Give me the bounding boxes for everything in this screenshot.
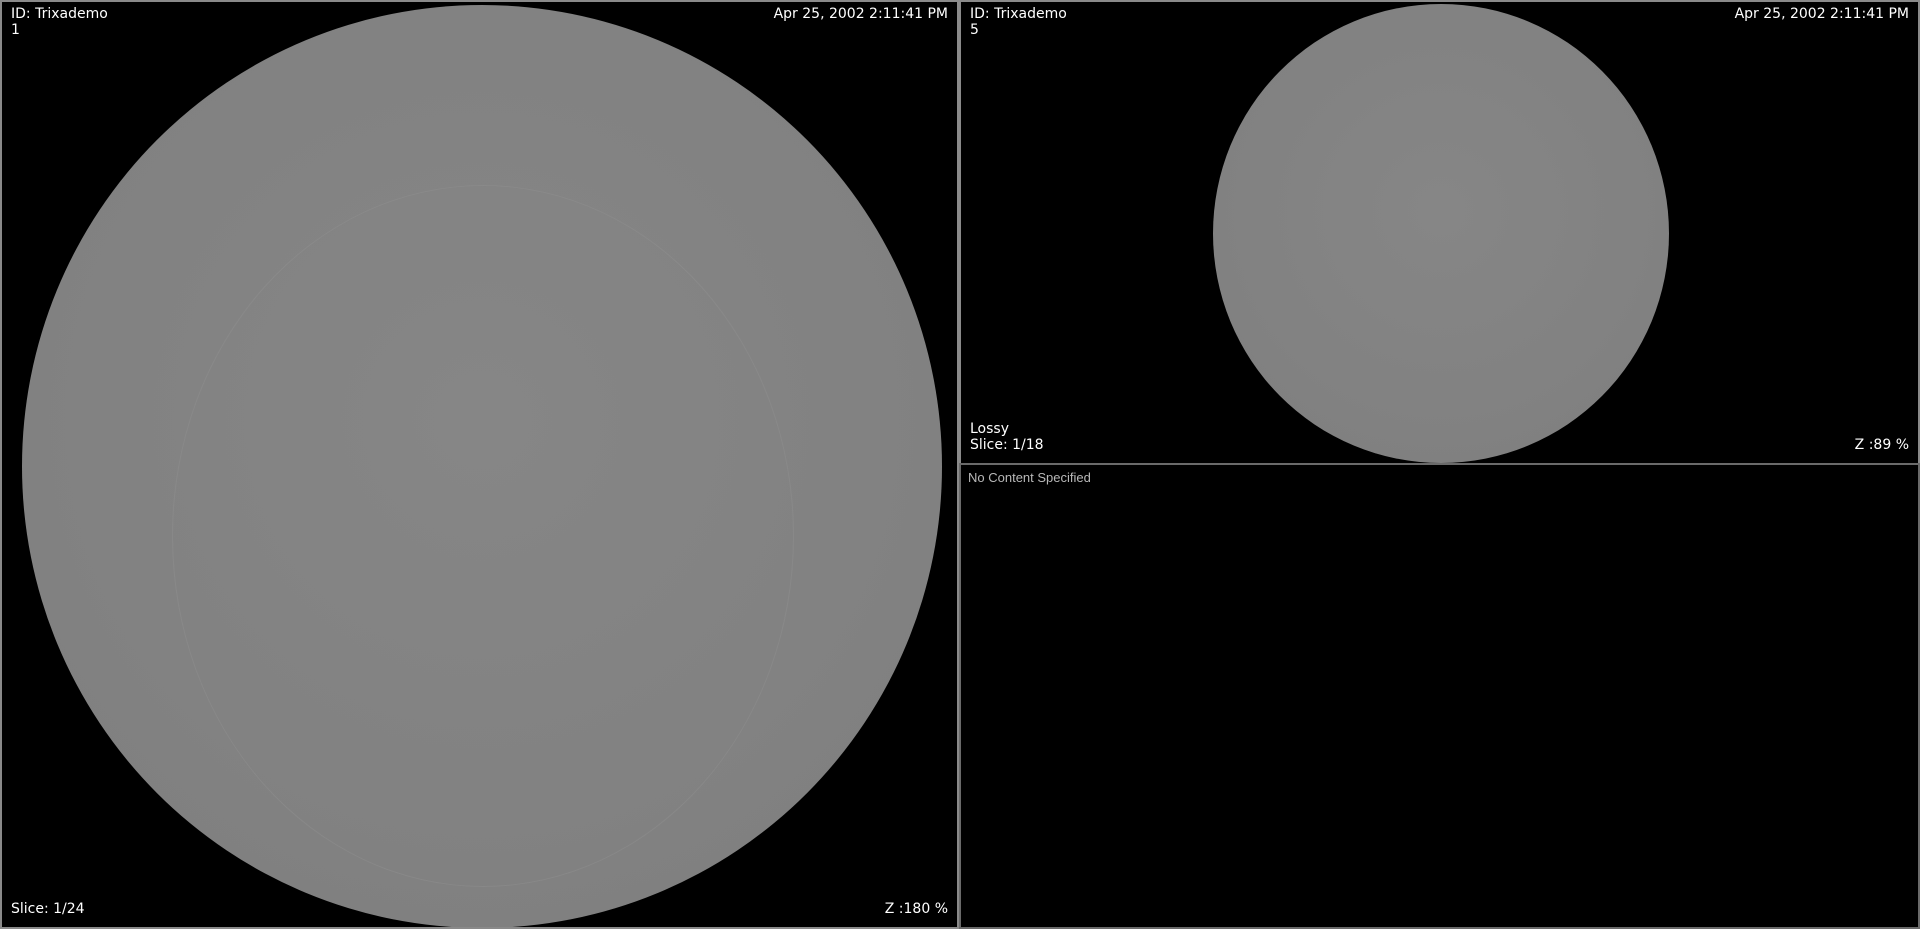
overlay-bottom-right: Z :89 % bbox=[1855, 437, 1909, 453]
overlay-top-right: Apr 25, 2002 2:11:41 PM bbox=[774, 6, 948, 22]
series-number: 1 bbox=[11, 22, 20, 38]
ct-image-slice[interactable] bbox=[22, 5, 942, 927]
compression-label: Lossy bbox=[970, 421, 1009, 437]
overlay-bottom-left: Lossy Slice: 1/18 bbox=[970, 421, 1044, 453]
viewport-bottom-right[interactable]: No Content Specified bbox=[959, 463, 1920, 929]
overlay-bottom-left: Slice: 1/24 bbox=[11, 901, 85, 917]
viewport-top-right[interactable]: ID: Trixademo 5 Apr 25, 2002 2:11:41 PM … bbox=[959, 0, 1920, 465]
patient-id: ID: Trixademo bbox=[970, 6, 1067, 22]
overlay-bottom-right: Z :180 % bbox=[885, 901, 948, 917]
slice-indicator: Slice: 1/18 bbox=[970, 437, 1044, 453]
image-ring-feature bbox=[172, 185, 794, 887]
patient-id: ID: Trixademo bbox=[11, 6, 108, 22]
study-date: Apr 25, 2002 2:11:41 PM bbox=[1734, 6, 1909, 22]
ct-image-slice[interactable] bbox=[1213, 4, 1669, 463]
series-number: 5 bbox=[970, 22, 979, 38]
image-viewer: ID: Trixademo 1 Apr 25, 2002 2:11:41 PM … bbox=[0, 0, 1920, 929]
overlay-top-left: ID: Trixademo 5 bbox=[970, 6, 1067, 38]
zoom-indicator: Z :180 % bbox=[884, 901, 948, 917]
study-date: Apr 25, 2002 2:11:41 PM bbox=[773, 6, 948, 22]
slice-indicator: Slice: 1/24 bbox=[11, 901, 85, 917]
viewport-left[interactable]: ID: Trixademo 1 Apr 25, 2002 2:11:41 PM … bbox=[0, 0, 959, 929]
overlay-top-right: Apr 25, 2002 2:11:41 PM bbox=[1735, 6, 1909, 22]
zoom-indicator: Z :89 % bbox=[1854, 437, 1909, 453]
empty-viewport-message: No Content Specified bbox=[968, 470, 1091, 485]
overlay-top-left: ID: Trixademo 1 bbox=[11, 6, 108, 38]
